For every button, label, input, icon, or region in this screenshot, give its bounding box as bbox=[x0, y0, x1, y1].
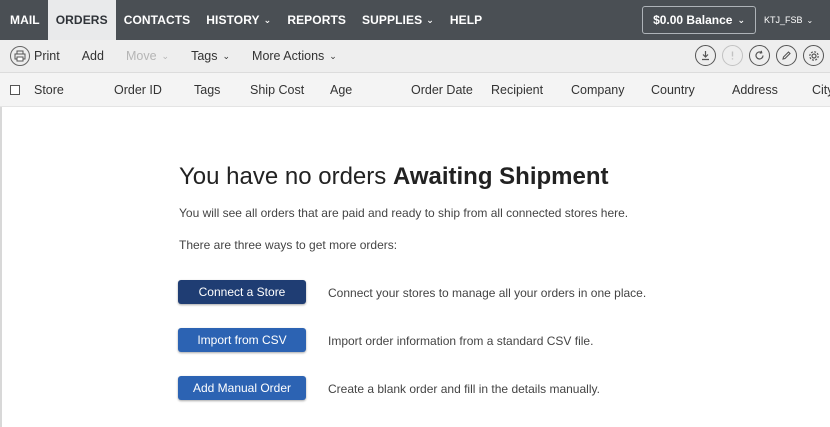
chevron-down-icon: ⌄ bbox=[737, 14, 745, 25]
pencil-glyph bbox=[782, 51, 791, 60]
chevron-down-icon: ⌄ bbox=[263, 14, 272, 25]
nav-reports[interactable]: REPORTS bbox=[279, 0, 354, 40]
empty-state-title: You have no orders Awaiting Shipment bbox=[179, 163, 609, 191]
nav-mail[interactable]: MAIL bbox=[2, 0, 48, 40]
more-actions-button[interactable]: More Actions ⌄ bbox=[252, 49, 337, 63]
title-prefix: You have no orders bbox=[179, 163, 393, 190]
add-manual-order-button[interactable]: Add Manual Order bbox=[178, 376, 306, 400]
import-csv-button[interactable]: Import from CSV bbox=[178, 328, 306, 352]
balance-label: $0.00 Balance bbox=[653, 13, 733, 27]
select-all-checkbox[interactable] bbox=[10, 85, 20, 95]
button-label: Import from CSV bbox=[197, 333, 287, 347]
more-actions-label: More Actions bbox=[252, 49, 325, 63]
left-edge-divider bbox=[0, 107, 2, 427]
chevron-down-icon: ⌄ bbox=[329, 50, 337, 61]
chevron-down-icon: ⌄ bbox=[161, 50, 170, 61]
column-order-date[interactable]: Order Date bbox=[411, 83, 473, 97]
tags-button[interactable]: Tags ⌄ bbox=[191, 49, 230, 63]
connect-store-description: Connect your stores to manage all your o… bbox=[328, 286, 647, 300]
print-label: Print bbox=[34, 49, 60, 63]
column-order-id[interactable]: Order ID bbox=[114, 83, 162, 97]
settings-icon[interactable] bbox=[803, 45, 824, 66]
title-bold: Awaiting Shipment bbox=[392, 163, 609, 190]
column-recipient[interactable]: Recipient bbox=[491, 83, 543, 97]
nav-help[interactable]: HELP bbox=[442, 0, 490, 40]
nav-history[interactable]: HISTORY ⌄ bbox=[198, 0, 279, 40]
add-manual-order-description: Create a blank order and fill in the det… bbox=[328, 382, 600, 396]
alert-icon[interactable] bbox=[722, 45, 743, 66]
user-label: KTJ_FSB bbox=[764, 15, 803, 25]
print-button[interactable]: Print bbox=[34, 49, 60, 63]
button-label: Add Manual Order bbox=[192, 381, 292, 395]
orders-table-header: Store Order ID Tags Ship Cost Age Order … bbox=[0, 73, 830, 107]
connect-store-button[interactable]: Connect a Store bbox=[178, 280, 306, 304]
add-label: Add bbox=[81, 49, 104, 63]
nav-orders[interactable]: ORDERS bbox=[47, 0, 116, 40]
toolbar: Print Add Move ⌄ Tags ⌄ More Actions ⌄ bbox=[0, 40, 830, 73]
nav-label: HELP bbox=[449, 13, 483, 27]
move-button[interactable]: Move ⌄ bbox=[126, 49, 169, 63]
tags-label: Tags bbox=[191, 49, 218, 63]
column-age[interactable]: Age bbox=[330, 83, 352, 97]
import-csv-description: Import order information from a standard… bbox=[328, 334, 594, 348]
alert-glyph bbox=[731, 51, 734, 60]
empty-state-description: You will see all orders that are paid an… bbox=[179, 206, 629, 220]
chevron-down-icon: ⌄ bbox=[222, 50, 231, 61]
nav-right: $0.00 Balance ⌄ KTJ_FSB ⌄ bbox=[642, 0, 830, 40]
toolbar-icons bbox=[695, 45, 830, 66]
column-ship-cost[interactable]: Ship Cost bbox=[250, 83, 304, 97]
nav-label: ORDERS bbox=[55, 13, 108, 27]
print-icon[interactable] bbox=[10, 46, 30, 66]
column-company[interactable]: Company bbox=[571, 83, 625, 97]
nav-label: MAIL bbox=[10, 13, 40, 27]
add-button[interactable]: Add bbox=[82, 49, 104, 63]
nav-label: HISTORY bbox=[206, 13, 260, 27]
chevron-down-icon: ⌄ bbox=[806, 15, 814, 25]
nav-contacts[interactable]: CONTACTS bbox=[116, 0, 199, 40]
chevron-down-icon: ⌄ bbox=[426, 14, 434, 25]
button-label: Connect a Store bbox=[198, 285, 286, 299]
gear-glyph bbox=[808, 50, 819, 61]
column-address[interactable]: Address bbox=[732, 83, 778, 97]
nav-label: REPORTS bbox=[287, 13, 347, 27]
nav-label: SUPPLIES bbox=[362, 13, 423, 27]
column-city[interactable]: City bbox=[812, 83, 830, 97]
nav-label: CONTACTS bbox=[123, 13, 191, 27]
refresh-glyph bbox=[755, 50, 764, 60]
move-label: Move bbox=[125, 49, 157, 63]
printer-glyph bbox=[14, 50, 26, 62]
column-country[interactable]: Country bbox=[651, 83, 695, 97]
user-menu[interactable]: KTJ_FSB ⌄ bbox=[764, 15, 830, 25]
column-tags[interactable]: Tags bbox=[194, 83, 220, 97]
balance-button[interactable]: $0.00 Balance ⌄ bbox=[642, 6, 756, 34]
edit-icon[interactable] bbox=[776, 45, 797, 66]
empty-state-ways: There are three ways to get more orders: bbox=[179, 238, 398, 252]
download-glyph bbox=[702, 51, 709, 61]
nav-supplies[interactable]: SUPPLIES ⌄ bbox=[354, 0, 442, 40]
download-icon[interactable] bbox=[695, 45, 716, 66]
top-nav: MAIL ORDERS CONTACTS HISTORY ⌄ REPORTS SU… bbox=[0, 0, 830, 40]
column-store[interactable]: Store bbox=[34, 83, 64, 97]
refresh-icon[interactable] bbox=[749, 45, 770, 66]
